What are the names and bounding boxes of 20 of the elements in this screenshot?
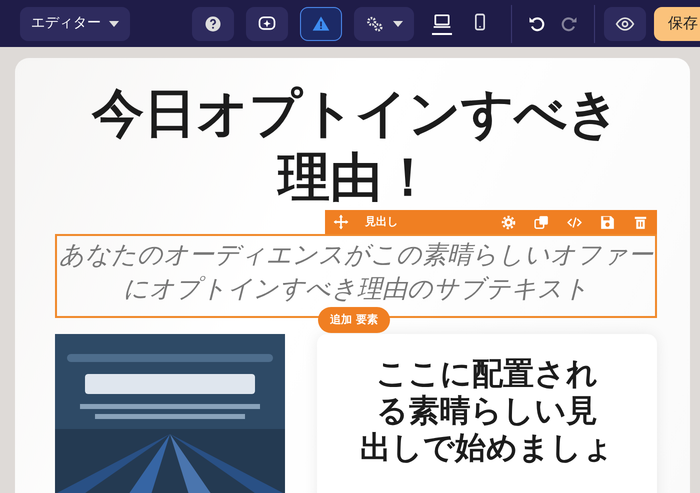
duplicate-action-button[interactable] bbox=[533, 214, 550, 230]
editor-dropdown[interactable]: エディター bbox=[20, 6, 130, 40]
gear-icon bbox=[500, 214, 517, 230]
preview-button[interactable] bbox=[604, 6, 646, 40]
warning-button[interactable] bbox=[300, 6, 342, 40]
copy-icon bbox=[533, 214, 550, 230]
page-heading: 今日オプトインすべき理由！ bbox=[90, 83, 621, 210]
floppy-icon bbox=[599, 214, 616, 230]
caret-icon bbox=[109, 20, 119, 26]
settings-action-button[interactable] bbox=[500, 214, 517, 230]
settings-button[interactable] bbox=[354, 6, 414, 40]
save-button[interactable]: 保存 bbox=[654, 6, 700, 40]
save-action-button[interactable] bbox=[599, 214, 616, 230]
help-button[interactable] bbox=[192, 6, 234, 40]
element-type-label: 見出し bbox=[365, 214, 398, 230]
subheading-text: あなたのオーディエンスがこの素晴らしいオファーにオプトインすべき理由のサブテキスト bbox=[59, 239, 653, 305]
card-heading: ここに配置され る素晴らしい見 出しで始めましょ bbox=[360, 356, 614, 467]
move-icon bbox=[333, 214, 349, 230]
help-icon bbox=[203, 14, 223, 34]
ai-button[interactable] bbox=[246, 6, 288, 40]
